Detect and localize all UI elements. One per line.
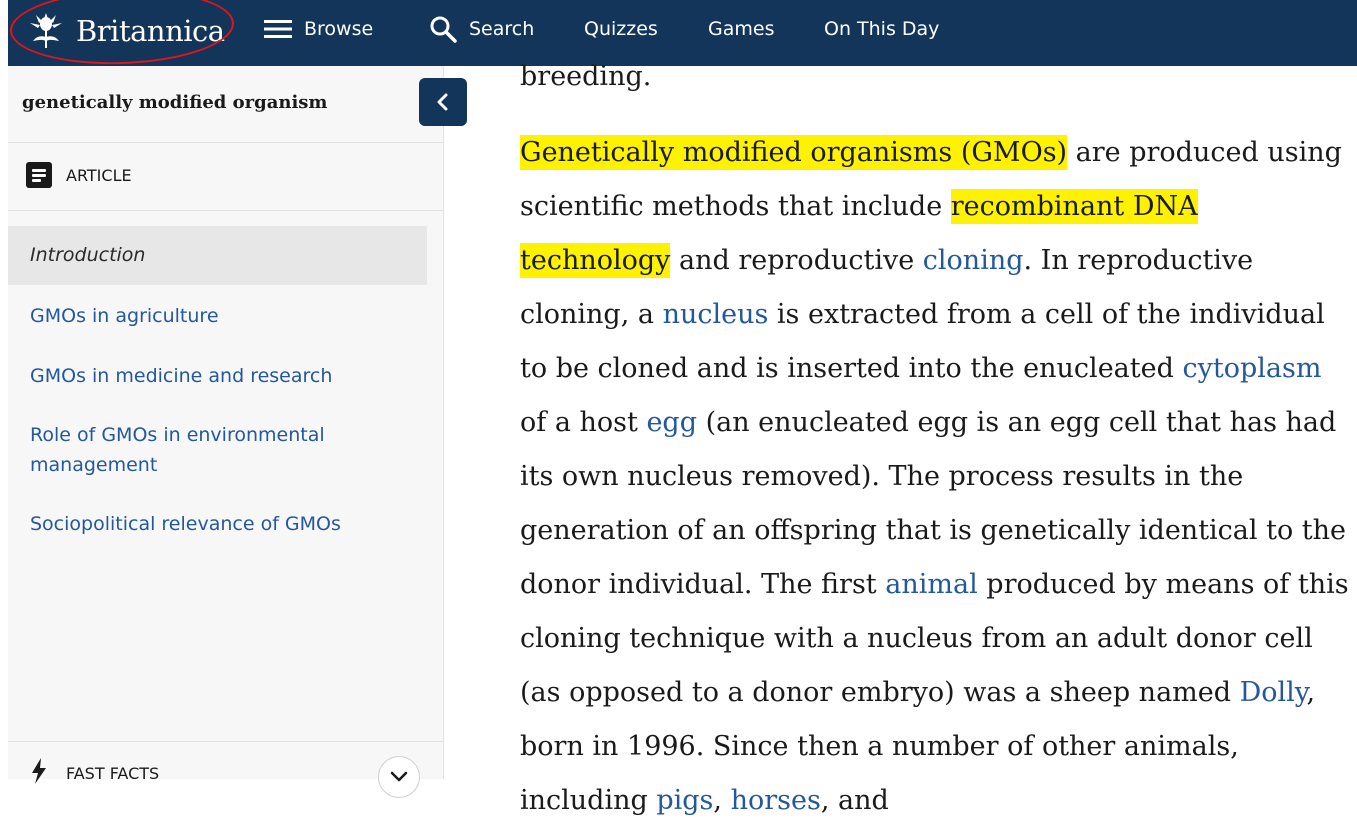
browse-label: Browse: [304, 18, 374, 40]
brand-wordmark: Britannica: [76, 14, 225, 48]
link-horses[interactable]: horses: [731, 785, 821, 816]
divider: [8, 142, 443, 143]
search-button[interactable]: Search: [429, 15, 534, 43]
games-link[interactable]: Games: [708, 18, 774, 40]
toc-item-sociopolitical-relevance[interactable]: Sociopolitical relevance of GMOs: [8, 509, 427, 539]
on-this-day-label: On This Day: [824, 18, 940, 40]
link-dolly[interactable]: Dolly: [1240, 677, 1307, 708]
quizzes-label: Quizzes: [584, 18, 658, 40]
divider: [8, 210, 443, 211]
fast-facts-section[interactable]: FAST FACTS: [8, 741, 443, 798]
lightning-bolt-icon: [32, 758, 46, 784]
highlighted-text-gmos: Genetically modified organisms (GMOs): [520, 135, 1068, 170]
games-label: Games: [708, 18, 775, 40]
article-paragraph: Genetically modified organisms (GMOs) ar…: [520, 135, 1349, 816]
fast-facts-label: FAST FACTS: [66, 764, 160, 783]
article-section-header[interactable]: ARTICLE: [26, 162, 132, 188]
sidebar-title: genetically modified organism: [22, 92, 328, 113]
britannica-logo[interactable]: Britannica: [22, 6, 225, 54]
fast-facts-toggle-button[interactable]: [378, 756, 420, 798]
document-icon: [26, 162, 52, 188]
link-cloning[interactable]: cloning: [923, 245, 1024, 276]
link-egg[interactable]: egg: [646, 407, 697, 438]
paragraph-fragment: breeding.: [520, 61, 652, 92]
browse-menu-button[interactable]: Browse: [264, 18, 373, 40]
thistle-logo-icon: [30, 13, 62, 48]
link-pigs[interactable]: pigs: [656, 785, 713, 816]
hamburger-icon: [264, 20, 292, 38]
toc-item-agriculture[interactable]: GMOs in agriculture: [8, 301, 427, 331]
search-icon: [430, 16, 457, 43]
on-this-day-link[interactable]: On This Day: [824, 18, 939, 40]
quizzes-link[interactable]: Quizzes: [584, 18, 658, 40]
article-sidebar: genetically modified organism ARTICLE In…: [8, 66, 467, 798]
link-animal[interactable]: animal: [885, 569, 977, 600]
chevron-left-icon: [437, 93, 448, 111]
toc-item-environmental-management[interactable]: Role of GMOs in environmental management: [8, 420, 338, 480]
search-label: Search: [469, 18, 535, 40]
article-label: ARTICLE: [66, 165, 132, 185]
collapse-sidebar-button[interactable]: [419, 78, 467, 126]
article-body: breeding. Genetically modified organisms…: [520, 50, 1350, 828]
toc-item-medicine-research[interactable]: GMOs in medicine and research: [8, 361, 427, 391]
toc-item-introduction[interactable]: Introduction: [8, 226, 427, 285]
link-cytoplasm[interactable]: cytoplasm: [1182, 353, 1321, 384]
link-nucleus[interactable]: nucleus: [663, 299, 769, 330]
chevron-down-icon: [390, 771, 408, 782]
